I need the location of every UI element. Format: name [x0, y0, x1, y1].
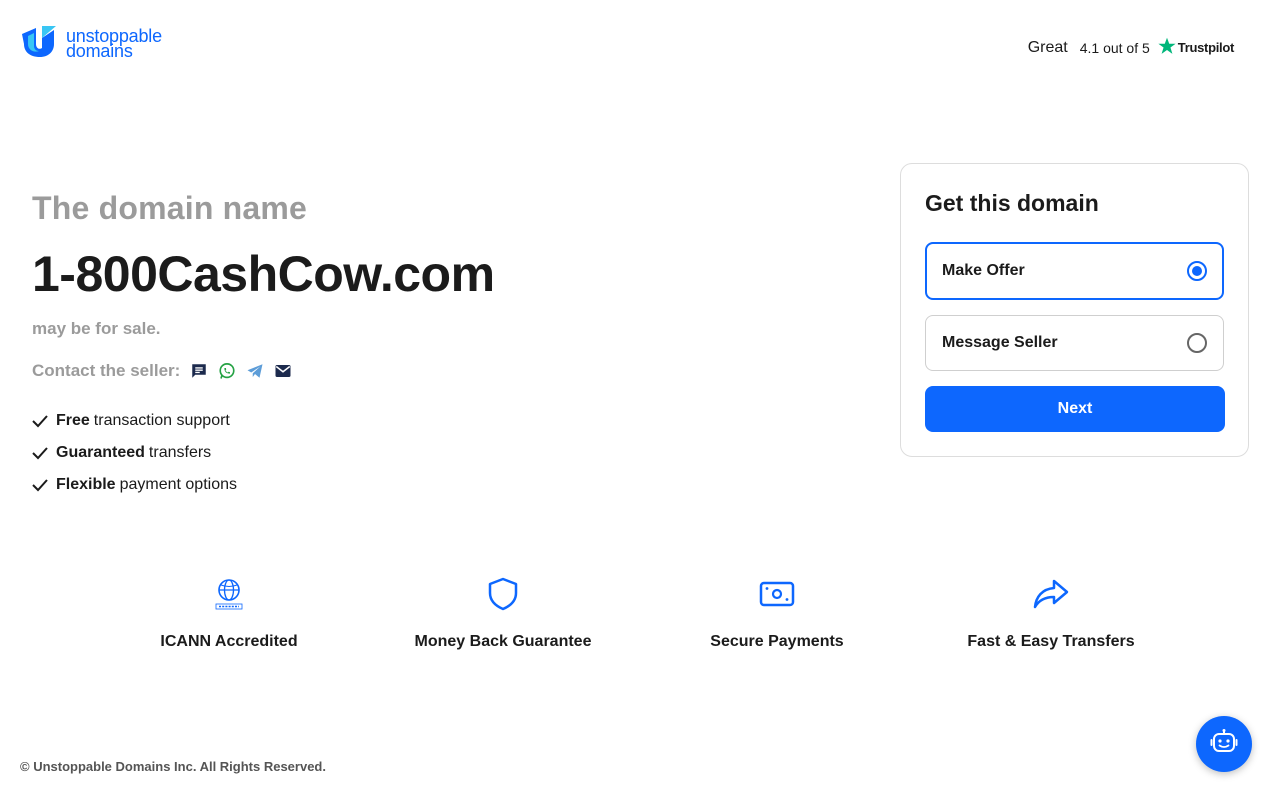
chat-button[interactable] — [1196, 716, 1252, 772]
card-title: Get this domain — [925, 190, 1099, 216]
whatsapp-icon[interactable] — [218, 362, 236, 380]
trustpilot-score: 4.1 out of 5 — [1079, 39, 1150, 56]
sale-text: may be for sale. — [32, 319, 161, 338]
badge-label: Fast & Easy Transfers — [967, 633, 1135, 650]
telegram-icon[interactable] — [246, 362, 264, 380]
star-icon — [1158, 37, 1176, 58]
option-label: Make Offer — [942, 262, 1025, 279]
brand-line2: domains — [66, 40, 133, 61]
option-label: Message Seller — [942, 334, 1058, 351]
feature-bold: Guaranteed — [56, 444, 145, 461]
make-offer-option[interactable]: Make Offer — [925, 242, 1224, 300]
check-icon — [32, 478, 50, 492]
radio-unselected[interactable] — [1187, 333, 1207, 353]
get-domain-card: Get this domain Make Offer Message Selle… — [900, 163, 1249, 457]
feature-bold: Free — [56, 412, 90, 429]
message-icon[interactable] — [190, 362, 208, 380]
badge-money-back: Money Back Guarantee — [373, 575, 633, 651]
unstoppable-logo-icon — [20, 24, 58, 63]
radio-selected[interactable] — [1187, 261, 1207, 281]
badge-icann: ICANN Accredited — [99, 575, 359, 651]
feature-item: Guaranteed transfers — [32, 437, 495, 469]
email-icon[interactable] — [274, 362, 292, 380]
contact-label: Contact the seller: — [32, 361, 181, 380]
hero-subtitle: The domain name — [32, 190, 308, 226]
feature-text: transfers — [148, 444, 212, 461]
next-button[interactable]: Next — [925, 386, 1225, 432]
feature-item: Flexible payment options — [32, 469, 495, 501]
share-arrow-icon — [1032, 575, 1070, 613]
badge-label: Money Back Guarantee — [414, 633, 592, 650]
trustpilot-rating[interactable]: Great 4.1 out of 5 Trustpilot — [1028, 37, 1234, 58]
trustpilot-label: Great — [1027, 38, 1068, 56]
badge-secure-payments: Secure Payments — [647, 575, 907, 651]
trustpilot-brand-text: Trustpilot — [1177, 40, 1235, 55]
brand-logo[interactable]: unstoppable domains — [20, 24, 162, 63]
trustpilot-brand: Trustpilot — [1158, 37, 1234, 58]
message-seller-option[interactable]: Message Seller — [925, 315, 1224, 371]
contact-icons — [190, 362, 292, 380]
contact-seller: Contact the seller: — [32, 361, 495, 381]
feature-list: Free transaction support Guaranteed tran… — [32, 405, 495, 501]
feature-text: payment options — [119, 476, 237, 493]
brand-wordmark: unstoppable domains — [66, 27, 162, 61]
feature-item: Free transaction support — [32, 405, 495, 437]
feature-bold: Flexible — [56, 476, 116, 493]
hero-section: The domain name 1-800CashCow.com may be … — [32, 190, 495, 501]
chatbot-icon — [1210, 728, 1238, 761]
feature-text: transaction support — [93, 412, 230, 429]
check-icon — [32, 446, 50, 460]
domain-name: 1-800CashCow.com — [32, 246, 495, 302]
footer-copyright: © Unstoppable Domains Inc. All Rights Re… — [20, 759, 326, 774]
money-icon — [759, 575, 795, 613]
icann-icon — [212, 575, 246, 613]
badge-label: Secure Payments — [710, 633, 844, 650]
check-icon — [32, 414, 50, 428]
badge-fast-transfers: Fast & Easy Transfers — [921, 575, 1181, 651]
shield-icon — [487, 575, 519, 613]
badge-label: ICANN Accredited — [160, 633, 298, 650]
